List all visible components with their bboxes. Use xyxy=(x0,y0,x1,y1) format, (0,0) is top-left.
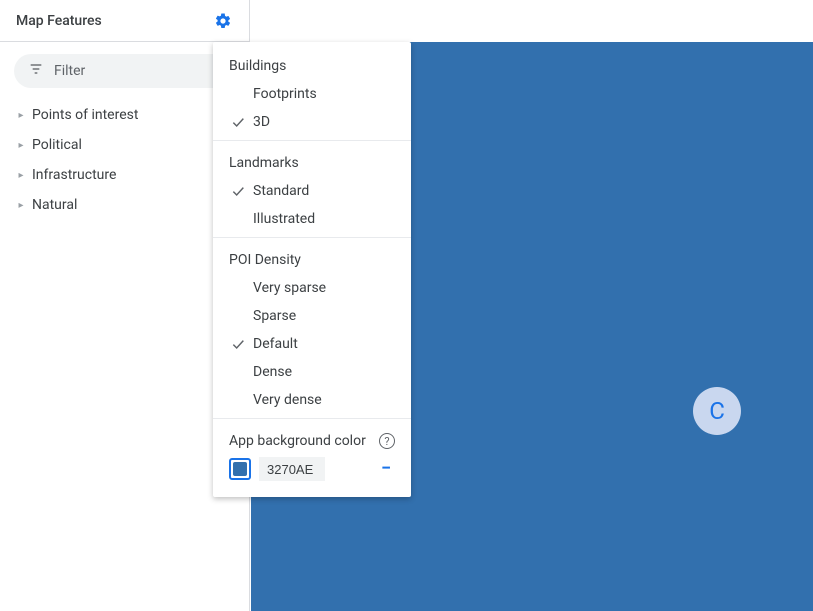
section-heading-buildings: Buildings xyxy=(213,48,411,80)
settings-popover: Buildings Footprints 3D Landmarks Standa… xyxy=(213,42,411,497)
color-swatch-inner xyxy=(233,462,247,476)
tree-item-label: Natural xyxy=(32,197,77,213)
option-density-very-sparse[interactable]: Very sparse xyxy=(213,274,411,302)
section-heading-landmarks: Landmarks xyxy=(213,145,411,177)
sidebar-header: Map Features xyxy=(0,0,249,42)
option-buildings-3d[interactable]: 3D xyxy=(213,108,411,136)
canvas-header-gap xyxy=(251,0,813,42)
bg-color-row: − xyxy=(213,453,411,491)
color-swatch[interactable] xyxy=(229,458,251,480)
avatar[interactable]: C xyxy=(693,387,741,435)
filter-icon xyxy=(28,61,44,81)
option-buildings-footprints[interactable]: Footprints xyxy=(213,80,411,108)
color-hex-input[interactable] xyxy=(259,457,325,481)
caret-right-icon: ▸ xyxy=(16,200,26,211)
section-heading-poi-density: POI Density xyxy=(213,242,411,274)
bg-color-heading-row: App background color ? xyxy=(213,423,411,453)
sidebar-title: Map Features xyxy=(16,13,209,29)
option-label: 3D xyxy=(253,114,395,130)
option-label: Very dense xyxy=(253,392,395,408)
filter-input[interactable]: Filter xyxy=(14,54,235,88)
option-label: Standard xyxy=(253,183,395,199)
option-label: Very sparse xyxy=(253,280,395,296)
option-density-dense[interactable]: Dense xyxy=(213,358,411,386)
option-label: Illustrated xyxy=(253,211,395,227)
check-icon xyxy=(229,114,247,130)
option-label: Sparse xyxy=(253,308,395,324)
option-landmarks-illustrated[interactable]: Illustrated xyxy=(213,205,411,233)
check-icon xyxy=(229,183,247,199)
caret-right-icon: ▸ xyxy=(16,170,26,181)
option-landmarks-standard[interactable]: Standard xyxy=(213,177,411,205)
option-density-sparse[interactable]: Sparse xyxy=(213,302,411,330)
tree-item-label: Infrastructure xyxy=(32,167,116,183)
feature-tree: ▸ Points of interest ▸ Political ▸ Infra… xyxy=(0,100,249,220)
divider xyxy=(213,418,411,419)
tree-item-label: Political xyxy=(32,137,82,153)
bg-color-label: App background color xyxy=(229,433,373,449)
tree-item-label: Points of interest xyxy=(32,107,138,123)
help-icon[interactable]: ? xyxy=(379,433,395,449)
caret-right-icon: ▸ xyxy=(16,110,26,121)
check-icon xyxy=(229,336,247,352)
avatar-letter: C xyxy=(709,397,725,425)
divider xyxy=(213,237,411,238)
remove-color-button[interactable]: − xyxy=(377,460,395,478)
option-density-very-dense[interactable]: Very dense xyxy=(213,386,411,414)
caret-right-icon: ▸ xyxy=(16,140,26,151)
option-label: Dense xyxy=(253,364,395,380)
option-label: Default xyxy=(253,336,395,352)
divider xyxy=(213,140,411,141)
option-label: Footprints xyxy=(253,86,395,102)
filter-container: Filter xyxy=(0,42,249,100)
option-density-default[interactable]: Default xyxy=(213,330,411,358)
filter-placeholder: Filter xyxy=(54,63,85,79)
gear-icon[interactable] xyxy=(209,7,237,35)
